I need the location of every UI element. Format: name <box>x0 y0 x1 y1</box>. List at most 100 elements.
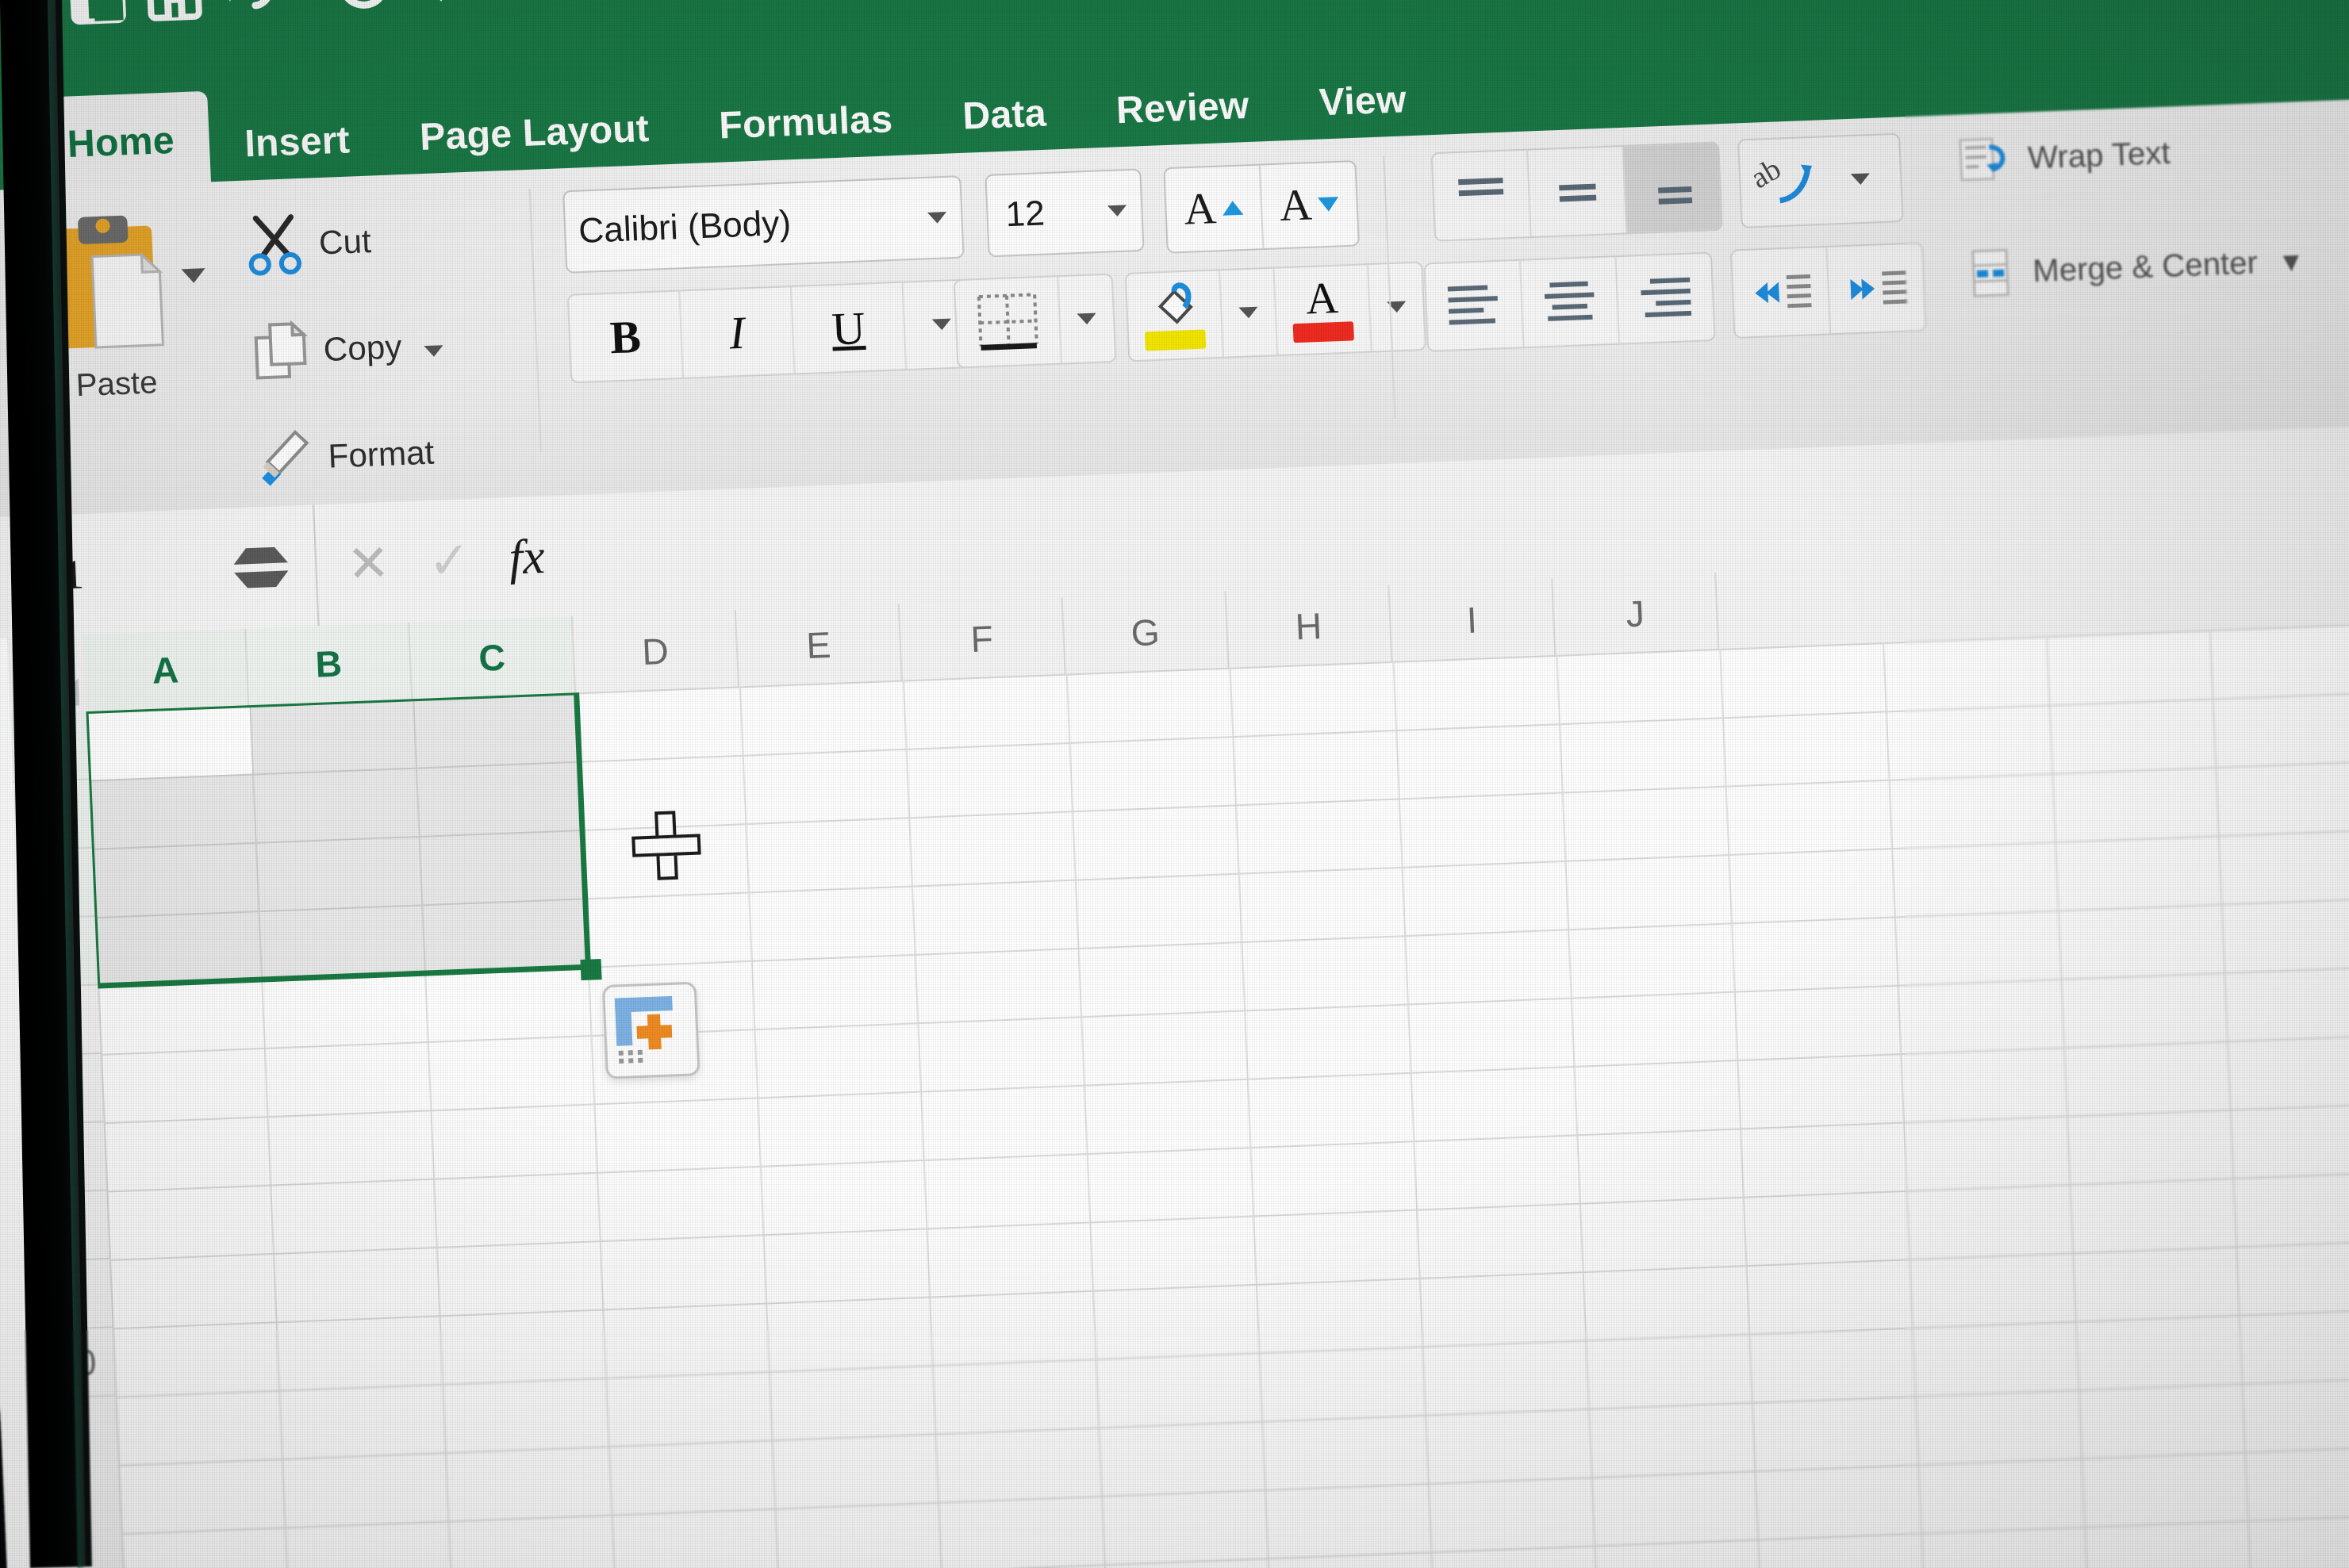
italic-button[interactable]: I <box>680 287 795 378</box>
shrink-font-label: A <box>1279 179 1313 232</box>
merge-center-button[interactable]: Merge & Center ▾ <box>1962 236 2301 300</box>
enter-icon[interactable]: ✓ <box>427 530 472 591</box>
tab-insert[interactable]: Insert <box>208 97 386 186</box>
paint-bucket-icon <box>1143 281 1204 329</box>
name-box-spinner[interactable] <box>205 546 290 589</box>
orientation-caret-icon[interactable] <box>1851 173 1871 185</box>
font-size-input[interactable]: 12 <box>985 168 1144 257</box>
tab-formulas[interactable]: Formulas <box>682 76 929 168</box>
borders-button[interactable] <box>954 273 1117 368</box>
column-header-h[interactable]: H <box>1226 585 1392 667</box>
vertical-align-group <box>1430 141 1722 241</box>
font-color-button[interactable]: A <box>1275 265 1372 355</box>
column-header-g[interactable]: G <box>1063 591 1230 673</box>
grid-line-horizontal <box>113 1235 2349 1329</box>
color-group: A <box>1125 261 1426 362</box>
merge-center-icon <box>1962 247 2020 300</box>
format-painter-label: Format <box>328 433 436 475</box>
column-header-c[interactable]: C <box>409 616 576 699</box>
grid-line-horizontal <box>118 1372 2349 1466</box>
grid-line-vertical <box>1883 642 1928 1568</box>
column-header-f[interactable]: F <box>900 597 1066 680</box>
font-size-stepper: A A <box>1163 160 1360 254</box>
grid-line-horizontal <box>109 1167 2349 1261</box>
font-name-caret-icon[interactable] <box>927 212 947 224</box>
spinner-up-icon[interactable] <box>233 546 288 565</box>
fill-handle[interactable] <box>580 959 601 980</box>
indent-group <box>1730 242 1927 339</box>
save-icon[interactable] <box>134 0 214 30</box>
align-right-button[interactable] <box>1616 254 1714 343</box>
grid-line-vertical <box>1066 674 1111 1568</box>
borders-icon[interactable] <box>955 277 1062 366</box>
orientation-button[interactable]: ab <box>1737 133 1904 228</box>
font-size-value: 12 <box>1005 194 1046 235</box>
font-color-swatch <box>1293 321 1354 343</box>
merge-center-caret-icon[interactable]: ▾ <box>2282 243 2300 280</box>
font-style-group: B I U <box>567 278 982 383</box>
grid-line-horizontal <box>106 1098 2349 1192</box>
increase-indent-button[interactable] <box>1827 243 1925 333</box>
fill-color-caret-icon[interactable] <box>1220 269 1278 357</box>
font-name-input[interactable]: Calibri (Body) <box>562 175 965 274</box>
column-header-j[interactable]: J <box>1553 573 1719 655</box>
align-left-button[interactable] <box>1425 261 1524 351</box>
font-color-letter-icon: A <box>1305 278 1339 321</box>
column-header-e[interactable]: E <box>736 604 903 686</box>
shrink-font-button[interactable]: A <box>1261 162 1358 248</box>
copy-button[interactable]: Copy <box>249 313 445 385</box>
grid-line-vertical <box>2209 630 2255 1568</box>
column-header-i[interactable]: I <box>1389 579 1556 661</box>
borders-caret-icon[interactable] <box>1060 312 1113 326</box>
grid-line-vertical <box>2046 636 2091 1568</box>
text-orientation-icon: ab <box>1751 149 1841 215</box>
tab-view[interactable]: View <box>1282 56 1443 145</box>
sidebar-toggle-icon[interactable] <box>58 0 138 33</box>
grid-line-horizontal <box>115 1303 2349 1397</box>
decrease-indent-button[interactable] <box>1732 247 1831 337</box>
paste-dropdown-caret-icon[interactable] <box>181 268 205 283</box>
undo-icon[interactable] <box>211 0 291 27</box>
align-bottom-button[interactable] <box>1624 143 1721 232</box>
cut-button[interactable]: Cut <box>244 209 372 278</box>
copy-dropdown-caret-icon[interactable] <box>423 326 443 365</box>
grid-line-horizontal <box>104 1029 2349 1124</box>
selection-border <box>86 689 591 988</box>
quick-analysis-button[interactable] <box>602 982 700 1079</box>
excel-window: Home Insert Page Layout Formulas Data Re… <box>0 0 2349 1568</box>
triangle-up-icon <box>1222 201 1244 216</box>
tab-data[interactable]: Data <box>926 71 1083 159</box>
insert-function-icon[interactable]: fx <box>508 528 546 586</box>
fill-color-button[interactable] <box>1127 270 1224 360</box>
column-header-a[interactable]: A <box>83 629 249 711</box>
worksheet: ABCDEFGHIJ 12345678910 <box>0 542 2349 1568</box>
photographed-screen: Home Insert Page Layout Formulas Data Re… <box>0 0 2349 1568</box>
font-color-caret-icon[interactable] <box>1368 263 1425 351</box>
customize-toolbar-icon[interactable] <box>401 0 481 20</box>
column-header-d[interactable]: D <box>573 610 739 692</box>
align-middle-button[interactable] <box>1528 147 1627 236</box>
underline-button[interactable]: U <box>792 283 907 374</box>
scissors-icon <box>244 212 306 278</box>
grid-line-horizontal <box>125 1509 2349 1568</box>
spinner-down-icon[interactable] <box>234 570 289 588</box>
copy-label: Copy <box>323 328 403 369</box>
redo-icon[interactable] <box>324 0 404 23</box>
bold-button[interactable]: B <box>569 291 684 381</box>
align-top-button[interactable] <box>1433 151 1532 240</box>
cancel-icon[interactable]: ✕ <box>346 533 391 594</box>
font-size-caret-icon[interactable] <box>1107 205 1127 217</box>
wrap-text-label: Wrap Text <box>2027 135 2171 176</box>
column-header-b[interactable]: B <box>246 623 413 705</box>
align-center-button[interactable] <box>1521 257 1620 347</box>
undo-dropdown-caret-icon[interactable] <box>287 0 327 24</box>
tab-review[interactable]: Review <box>1080 63 1286 153</box>
wrap-text-icon <box>1956 133 2014 186</box>
quick-analysis-icon <box>605 984 693 1072</box>
fill-color-swatch <box>1145 329 1206 351</box>
grow-font-button[interactable]: A <box>1165 166 1264 252</box>
svg-text:ab: ab <box>1751 152 1787 195</box>
wrap-text-button[interactable]: Wrap Text <box>1956 128 2171 187</box>
cell-grid[interactable] <box>86 619 2349 1568</box>
format-painter-button[interactable]: Format <box>253 420 435 491</box>
